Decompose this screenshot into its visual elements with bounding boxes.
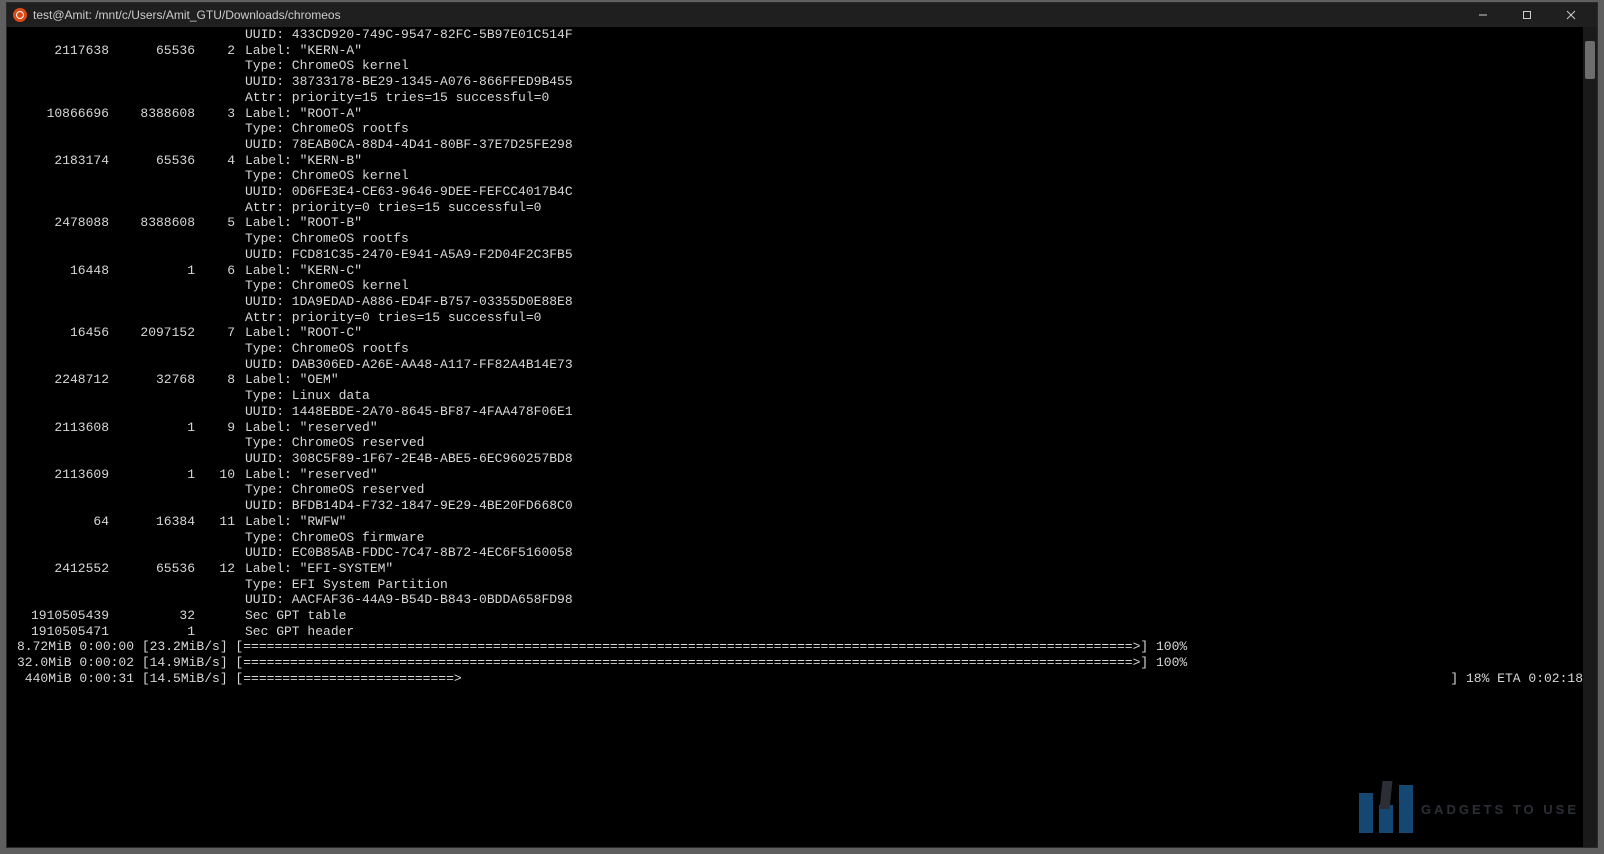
partition-row: 247808883886085Label: "ROOT-B" — [17, 215, 1585, 231]
watermark-logo-icon — [1359, 785, 1413, 833]
partition-row: 1086669683886083Label: "ROOT-A" — [17, 106, 1585, 122]
maximize-button[interactable] — [1505, 3, 1549, 27]
partition-detail-line: UUID: 0D6FE3E4-CE63-9646-9DEE-FEFCC4017B… — [17, 184, 1585, 200]
partition-detail-line: Type: ChromeOS rootfs — [17, 341, 1585, 357]
partition-detail-line: UUID: 78EAB0CA-88D4-4D41-80BF-37E7D25FE2… — [17, 137, 1585, 153]
partition-detail-line: UUID: 1DA9EDAD-A886-ED4F-B757-03355D0E88… — [17, 294, 1585, 310]
partition-detail-line: Attr: priority=15 tries=15 successful=0 — [17, 90, 1585, 106]
partition-row: 191050543932Sec GPT table — [17, 608, 1585, 624]
close-button[interactable] — [1549, 3, 1593, 27]
partition-row: 2113609110Label: "reserved" — [17, 467, 1585, 483]
partition-detail-line: Type: ChromeOS firmware — [17, 530, 1585, 546]
partition-detail-line: Attr: priority=0 tries=15 successful=0 — [17, 310, 1585, 326]
partition-detail-line: UUID: EC0B85AB-FDDC-7C47-8B72-4EC6F51600… — [17, 545, 1585, 561]
partition-row: 2117638655362Label: "KERN-A" — [17, 43, 1585, 59]
ubuntu-icon — [13, 8, 27, 22]
partition-detail-line: UUID: 38733178-BE29-1345-A076-866FFED9B4… — [17, 74, 1585, 90]
partition-row: 641638411Label: "RWFW" — [17, 514, 1585, 530]
partition-row: 2183174655364Label: "KERN-B" — [17, 153, 1585, 169]
partition-detail-line: UUID: BFDB14D4-F732-1847-9E29-4BE20FD668… — [17, 498, 1585, 514]
partition-detail-line: UUID: 1448EBDE-2A70-8645-BF87-4FAA478F06… — [17, 404, 1585, 420]
minimize-button[interactable] — [1461, 3, 1505, 27]
partition-detail-line: Type: ChromeOS kernel — [17, 168, 1585, 184]
watermark: GADGETS TO USE — [1359, 785, 1579, 833]
partition-detail-line: Type: ChromeOS rootfs — [17, 231, 1585, 247]
scrollbar-track[interactable] — [1583, 27, 1597, 847]
partition-row: 1645620971527Label: "ROOT-C" — [17, 325, 1585, 341]
progress-line: 440MiB 0:00:31 [14.5MiB/s] [============… — [17, 671, 1585, 687]
partition-detail-line: Type: EFI System Partition — [17, 577, 1585, 593]
partition-row: 19105054711Sec GPT header — [17, 624, 1585, 640]
partition-detail-line: Type: Linux data — [17, 388, 1585, 404]
partition-row: 1644816Label: "KERN-C" — [17, 263, 1585, 279]
partition-detail-line: Type: ChromeOS kernel — [17, 58, 1585, 74]
partition-detail-line: Type: ChromeOS rootfs — [17, 121, 1585, 137]
titlebar[interactable]: test@Amit: /mnt/c/Users/Amit_GTU/Downloa… — [7, 3, 1597, 27]
scrollbar-thumb[interactable] — [1585, 41, 1595, 79]
terminal-window: test@Amit: /mnt/c/Users/Amit_GTU/Downloa… — [6, 2, 1598, 848]
partition-detail-line: UUID: DAB306ED-A26E-AA48-A117-FF82A4B14E… — [17, 357, 1585, 373]
partition-detail-line: Type: ChromeOS kernel — [17, 278, 1585, 294]
partition-detail-line: Type: ChromeOS reserved — [17, 482, 1585, 498]
partition-row: 211360819Label: "reserved" — [17, 420, 1585, 436]
terminal-output: UUID: 433CD920-749C-9547-82FC-5B97E01C51… — [7, 27, 1597, 847]
partition-detail-line: Attr: priority=0 tries=15 successful=0 — [17, 200, 1585, 216]
partition-row: 24125526553612Label: "EFI-SYSTEM" — [17, 561, 1585, 577]
partition-row: 2248712327688Label: "OEM" — [17, 372, 1585, 388]
partition-detail-line: Type: ChromeOS reserved — [17, 435, 1585, 451]
partition-detail-line: UUID: AACFAF36-44A9-B54D-B843-0BDDA658FD… — [17, 592, 1585, 608]
progress-line: 8.72MiB 0:00:00 [23.2MiB/s] [===========… — [17, 639, 1585, 655]
window-title: test@Amit: /mnt/c/Users/Amit_GTU/Downloa… — [33, 8, 1461, 22]
partition-detail-line: UUID: FCD81C35-2470-E941-A5A9-F2D04F2C3F… — [17, 247, 1585, 263]
partition-detail-line: UUID: 308C5F89-1F67-2E4B-ABE5-6EC960257B… — [17, 451, 1585, 467]
watermark-text: GADGETS TO USE — [1421, 802, 1579, 817]
terminal-viewport[interactable]: UUID: 433CD920-749C-9547-82FC-5B97E01C51… — [7, 27, 1597, 847]
progress-line: 32.0MiB 0:00:02 [14.9MiB/s] [===========… — [17, 655, 1585, 671]
partition-detail-line: UUID: 433CD920-749C-9547-82FC-5B97E01C51… — [17, 27, 1585, 43]
